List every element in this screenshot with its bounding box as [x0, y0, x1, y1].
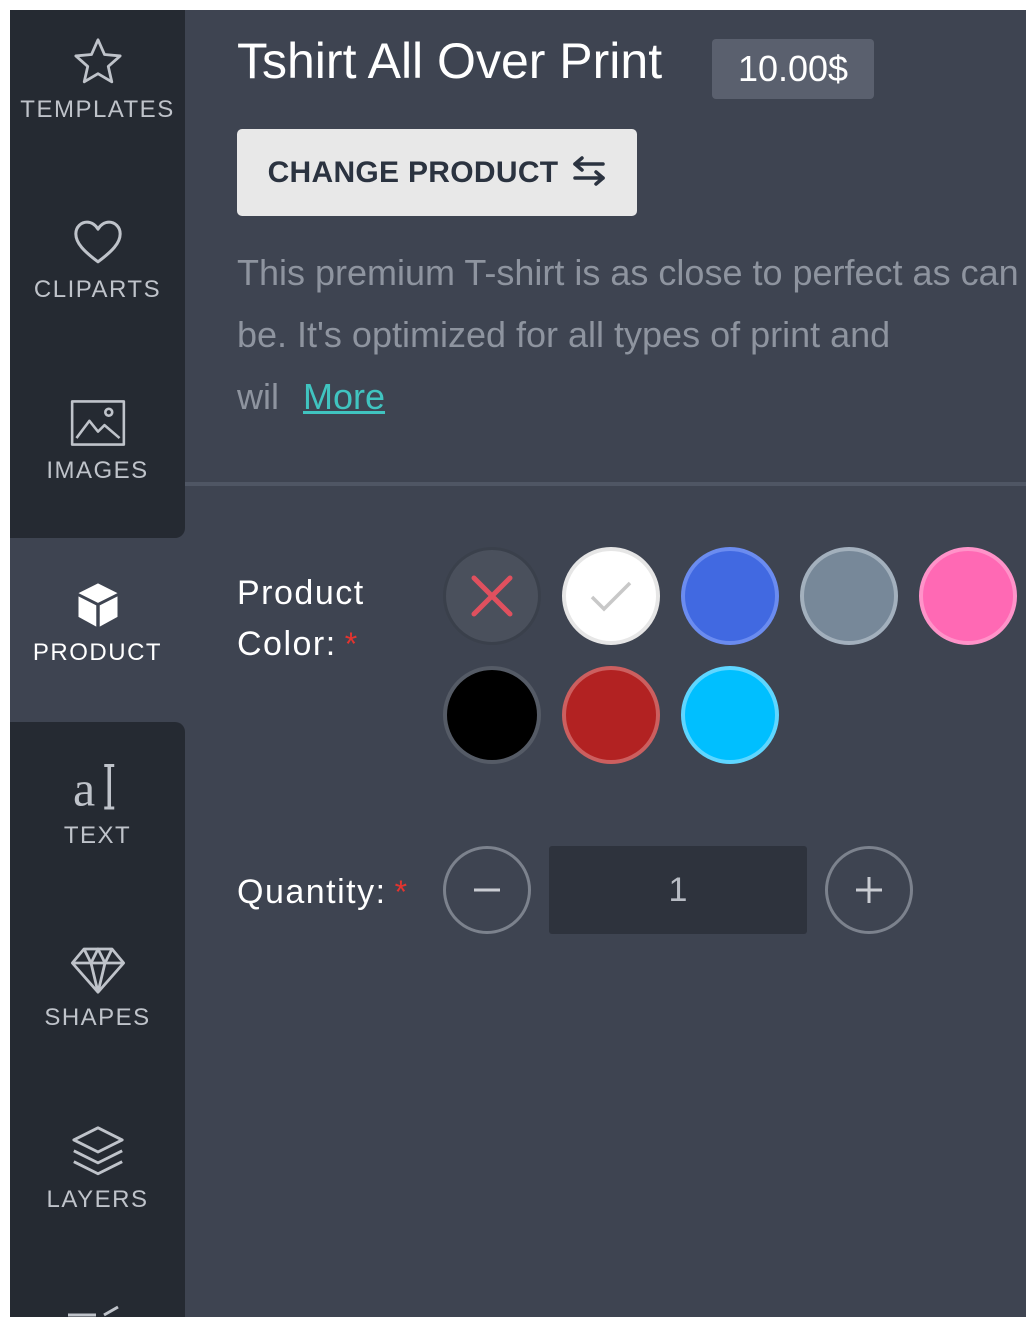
sidebar-item-label: IMAGES [46, 457, 149, 484]
sidebar-item-shapes[interactable]: SHAPES [10, 940, 185, 1032]
sidebar-item-text[interactable]: a TEXT [10, 758, 185, 850]
quantity-increment-button[interactable] [825, 846, 913, 934]
color-swatch-sky-blue[interactable] [681, 666, 779, 764]
quantity-decrement-button[interactable] [443, 846, 531, 934]
color-swatch-gray[interactable] [800, 547, 898, 645]
cube-icon [68, 575, 128, 635]
sidebar-item-templates[interactable]: TEMPLATES [10, 32, 185, 124]
required-asterisk: * [344, 626, 359, 662]
star-icon [68, 32, 128, 92]
change-product-button[interactable]: CHANGE PRODUCT [237, 129, 637, 216]
change-product-label: CHANGE PRODUCT [267, 155, 559, 189]
product-color-label-line2: Color: * [237, 625, 359, 663]
sidebar-item-product[interactable]: PRODUCT [10, 575, 185, 667]
close-icon [471, 575, 513, 617]
price-badge: 10.00$ [712, 39, 874, 99]
product-title: Tshirt All Over Print [237, 33, 663, 89]
quantity-label: Quantity: * [237, 873, 409, 911]
more-link[interactable]: More [303, 376, 385, 417]
sidebar-item-cliparts[interactable]: CLIPARTS [10, 212, 185, 304]
diamond-icon [68, 940, 128, 1000]
sidebar-item-label: TEXT [63, 822, 132, 849]
color-swatch-blue[interactable] [681, 547, 779, 645]
color-swatch-red[interactable] [562, 666, 660, 764]
heart-icon [68, 212, 128, 272]
partial-sidebar-icon [66, 1305, 126, 1317]
check-icon [590, 581, 632, 612]
section-divider [185, 482, 1026, 486]
sidebar-item-label: SHAPES [44, 1004, 151, 1031]
product-description: This premium T-shirt is as close to perf… [237, 242, 1026, 428]
layers-icon [68, 1122, 128, 1182]
sidebar-item-label: TEMPLATES [20, 96, 175, 123]
plus-icon [856, 877, 882, 903]
color-swatch-white[interactable] [562, 547, 660, 645]
sidebar-item-images[interactable]: IMAGES [10, 393, 185, 485]
swap-arrows-icon [572, 156, 606, 189]
product-color-label-line1: Product [237, 574, 365, 612]
color-swatch-pink[interactable] [919, 547, 1017, 645]
product-designer-app: TEMPLATES CLIPARTS IMAGES PRODUCT a TEXT [10, 10, 1026, 1317]
required-asterisk: * [394, 874, 409, 910]
minus-icon [474, 888, 500, 892]
image-icon [68, 393, 128, 453]
text-icon: a [68, 758, 128, 818]
sidebar-item-label: CLIPARTS [33, 276, 162, 303]
sidebar-item-layers[interactable]: LAYERS [10, 1122, 185, 1214]
svg-text:a: a [73, 761, 95, 817]
sidebar: TEMPLATES CLIPARTS IMAGES PRODUCT a TEXT [10, 10, 185, 1317]
quantity-input[interactable] [549, 846, 807, 934]
sidebar-item-label: LAYERS [46, 1186, 149, 1213]
color-swatch-black[interactable] [443, 666, 541, 764]
color-swatch-none[interactable] [443, 547, 541, 645]
sidebar-item-label: PRODUCT [32, 639, 163, 666]
product-color-label: Product Color: * [237, 568, 365, 670]
